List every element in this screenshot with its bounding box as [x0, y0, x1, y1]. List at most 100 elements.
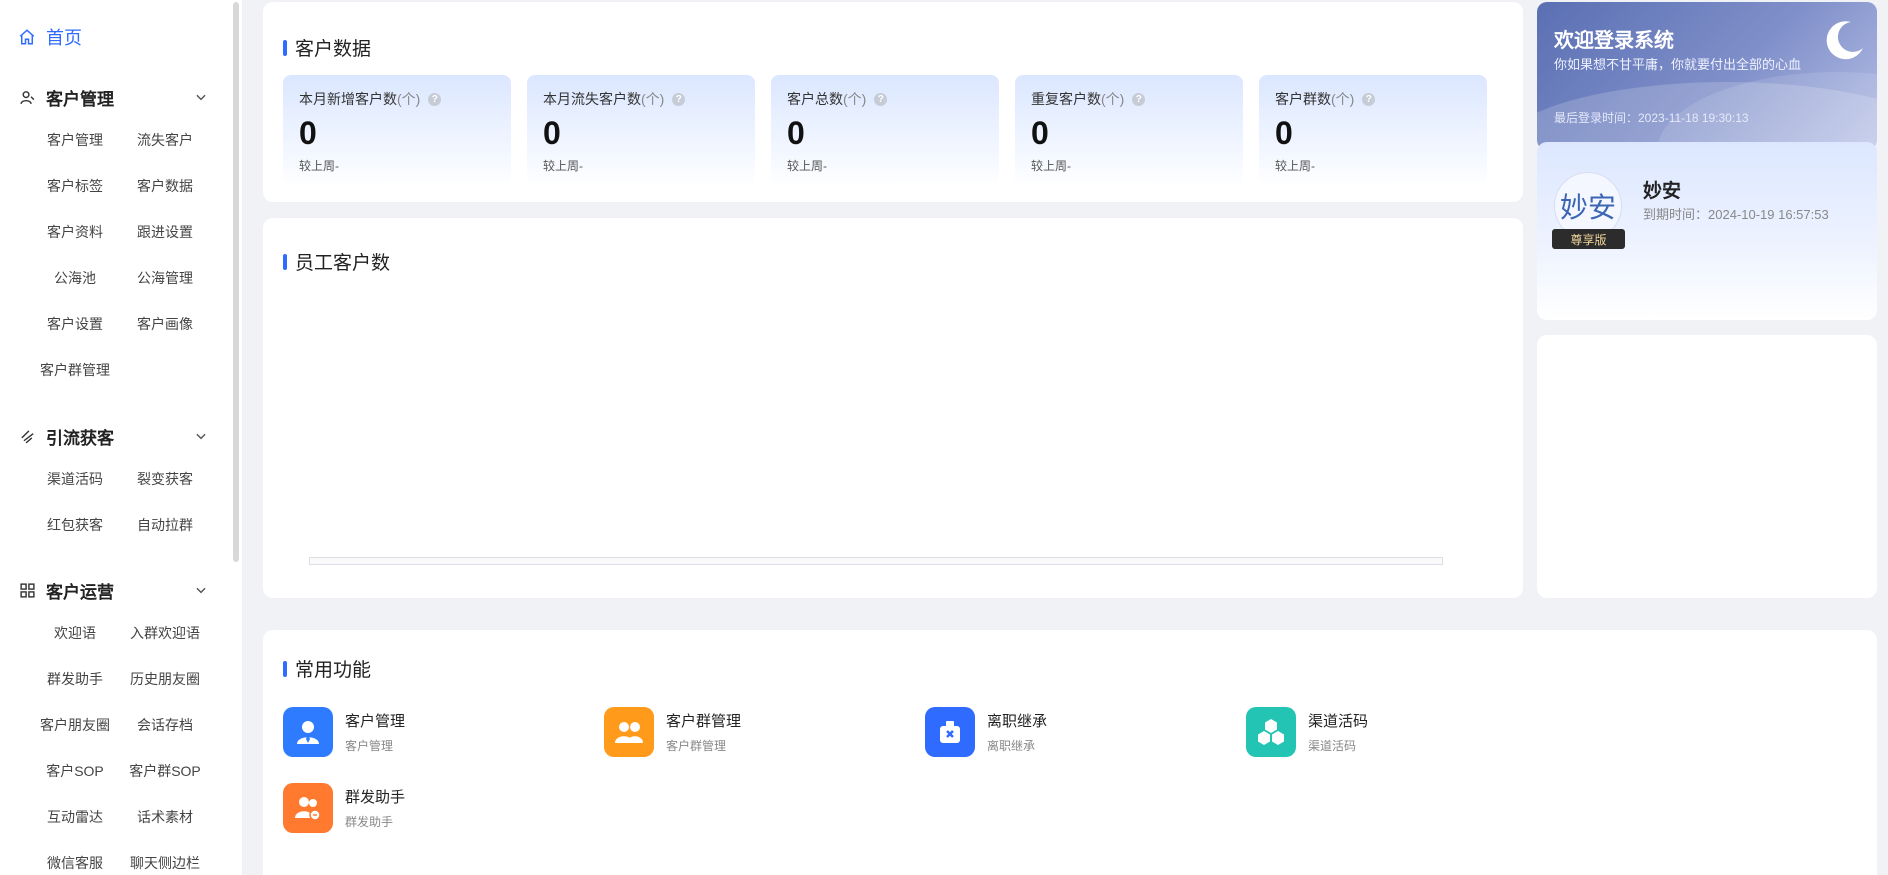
sidebar-item[interactable]: 互动雷达 — [30, 794, 120, 840]
moon-icon — [1826, 21, 1863, 60]
stat-value: 0 — [1031, 115, 1049, 151]
function-title: 客户管理 — [345, 713, 406, 730]
help-icon[interactable]: ? — [1362, 92, 1376, 106]
function-channel-qrcode[interactable]: 渠道活码 渠道活码 — [1246, 707, 1368, 757]
staff-chart-card: 员工客户数 — [263, 218, 1523, 598]
stat-unit: (个) — [397, 91, 421, 107]
sidebar-item[interactable]: 流失客户 — [120, 117, 210, 163]
common-functions-title: 常用功能 — [283, 655, 371, 682]
sidebar-item[interactable]: 客户数据 — [120, 163, 210, 209]
function-desc: 群发助手 — [345, 815, 394, 829]
sidebar-item[interactable]: 微信客服 — [30, 840, 120, 875]
sidebar-item[interactable]: 裂变获客 — [120, 456, 210, 502]
title-accent-bar — [283, 39, 287, 56]
nav-section-customer-manage: 客户管理 客户管理 流失客户 客户标签 客户数据 客户资料 跟进设置 公海池 公… — [0, 77, 230, 393]
help-icon[interactable]: ? — [672, 92, 686, 106]
stat-label: 本月流失客户数 — [543, 91, 641, 107]
customer-data-title: 客户数据 — [283, 34, 371, 61]
function-group-manage[interactable]: 客户群管理 客户群管理 — [604, 707, 741, 757]
sidebar-item[interactable]: 自动拉群 — [120, 502, 210, 548]
resign-inherit-icon — [925, 707, 975, 757]
function-title: 离职继承 — [987, 713, 1048, 730]
sidebar-item[interactable]: 欢迎语 — [30, 610, 120, 656]
sidebar-item[interactable]: 公海管理 — [120, 255, 210, 301]
function-title: 客户群管理 — [666, 713, 742, 730]
sidebar-item[interactable]: 公海池 — [30, 255, 120, 301]
chevron-down-icon — [196, 433, 206, 440]
link-icon — [18, 427, 36, 445]
sidebar-item[interactable]: 群发助手 — [30, 656, 120, 702]
stat-unit: (个) — [843, 91, 867, 107]
chevron-down-icon — [196, 587, 206, 594]
title-accent-bar — [283, 660, 287, 677]
sidebar-item[interactable]: 客户朋友圈 — [30, 702, 120, 748]
last-login-time: 最后登录时间：2023-11-18 19:30:13 — [1554, 111, 1749, 125]
help-icon[interactable]: ? — [874, 92, 888, 106]
stat-label: 重复客户数 — [1031, 91, 1101, 107]
stat-compare: 较上周- — [543, 159, 583, 173]
common-functions-title-text: 常用功能 — [295, 660, 372, 681]
stat-card: 本月新增客户数(个) ? 0 较上周- — [283, 75, 511, 187]
home-icon — [19, 29, 35, 45]
sidebar-item[interactable]: 客户管理 — [30, 117, 120, 163]
sidebar-item[interactable]: 跟进设置 — [120, 209, 210, 255]
sidebar-item[interactable]: 会话存档 — [120, 702, 210, 748]
side-empty-card — [1537, 335, 1877, 598]
sidebar-item[interactable]: 客户画像 — [120, 301, 210, 347]
sidebar-item[interactable]: 历史朋友圈 — [120, 656, 210, 702]
function-customer-manage[interactable]: 客户管理 客户管理 — [283, 707, 405, 757]
sidebar-item[interactable]: 入群欢迎语 — [120, 610, 210, 656]
title-accent-bar — [283, 253, 287, 270]
stat-label: 本月新增客户数 — [299, 91, 397, 107]
profile-name: 妙安 — [1643, 181, 1682, 202]
staff-chart-title-text: 员工客户数 — [295, 253, 391, 274]
help-icon[interactable]: ? — [428, 92, 442, 106]
sidebar: 首页 客户管理 客户管理 流失客户 客户标签 客户数据 客户资料 跟进设置 公海… — [0, 0, 242, 875]
nav-home[interactable]: 首页 — [18, 24, 82, 50]
stat-compare: 较上周- — [787, 159, 827, 173]
group-manage-icon — [604, 707, 654, 757]
sidebar-item[interactable]: 客户资料 — [30, 209, 120, 255]
stat-label: 客户总数 — [787, 91, 843, 107]
stat-card: 客户总数(个) ? 0 较上周- — [771, 75, 999, 187]
sidebar-item[interactable]: 聊天侧边栏 — [120, 840, 210, 875]
function-resign-inherit[interactable]: 离职继承 离职继承 — [925, 707, 1047, 757]
mass-send-icon — [283, 783, 333, 833]
stat-compare: 较上周- — [1031, 159, 1071, 173]
stat-value: 0 — [543, 115, 561, 151]
function-title: 群发助手 — [345, 789, 406, 806]
chart-zoom-slider[interactable] — [309, 557, 1443, 565]
sidebar-item[interactable]: 客户设置 — [30, 301, 120, 347]
section-title: 客户运营 — [46, 582, 114, 602]
section-head-traffic[interactable]: 引流获客 — [0, 416, 230, 456]
nav-home-label: 首页 — [46, 28, 82, 48]
sidebar-scrollbar[interactable] — [233, 2, 239, 562]
function-mass-send[interactable]: 群发助手 群发助手 — [283, 783, 405, 833]
user-icon — [18, 88, 36, 106]
welcome-title: 欢迎登录系统 — [1554, 30, 1674, 52]
sidebar-item[interactable]: 渠道活码 — [30, 456, 120, 502]
welcome-card: 欢迎登录系统 你如果想不甘平庸，你就要付出全部的心血 最后登录时间：2023-1… — [1537, 2, 1877, 150]
channel-qrcode-icon — [1246, 707, 1296, 757]
stat-card: 客户群数(个) ? 0 较上周- — [1259, 75, 1487, 187]
section-title: 引流获客 — [46, 428, 114, 448]
function-desc: 离职继承 — [987, 739, 1036, 753]
section-head-operation[interactable]: 客户运营 — [0, 570, 230, 610]
stat-value: 0 — [787, 115, 805, 151]
function-desc: 渠道活码 — [1308, 739, 1357, 753]
chevron-down-icon — [196, 94, 206, 101]
section-title: 客户管理 — [46, 89, 114, 109]
sidebar-item[interactable]: 客户SOP — [30, 748, 120, 794]
sidebar-item[interactable]: 客户群管理 — [30, 347, 120, 393]
sidebar-item[interactable]: 话术素材 — [120, 794, 210, 840]
stat-compare: 较上周- — [299, 159, 339, 173]
section-head-customer-manage[interactable]: 客户管理 — [0, 77, 230, 117]
stat-compare: 较上周- — [1275, 159, 1315, 173]
help-icon[interactable]: ? — [1132, 92, 1146, 106]
sidebar-item[interactable]: 客户标签 — [30, 163, 120, 209]
vip-badge: 尊享版 — [1552, 229, 1625, 249]
function-desc: 客户管理 — [345, 739, 394, 753]
sidebar-item[interactable]: 客户群SOP — [120, 748, 210, 794]
stat-card: 重复客户数(个) ? 0 较上周- — [1015, 75, 1243, 187]
sidebar-item[interactable]: 红包获客 — [30, 502, 120, 548]
